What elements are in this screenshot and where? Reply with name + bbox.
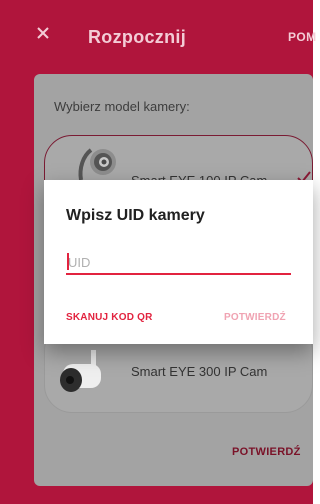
panel-heading: Wybierz model kamery:: [54, 99, 190, 114]
camera-ball-icon: [78, 148, 116, 181]
camera-bullet-icon: [60, 350, 101, 392]
page-title: Rozpocznij: [88, 27, 186, 47]
dialog-title: Wpisz UID kamery: [66, 207, 205, 224]
dialog-confirm-button[interactable]: POTWIERDŹ: [224, 312, 286, 323]
panel-confirm-button[interactable]: POTWIERDŹ: [232, 446, 301, 458]
help-button[interactable]: POM: [288, 30, 317, 44]
uid-input[interactable]: [66, 250, 291, 274]
top-app-bar: Rozpocznij POM: [0, 0, 316, 74]
uid-input-underline: [66, 273, 291, 275]
text-cursor: [67, 253, 69, 270]
uid-dialog: Wpisz UID kamery SKANUJ KOD QR POTWIERDŹ: [44, 180, 313, 344]
scan-qr-button[interactable]: SKANUJ KOD QR: [66, 312, 153, 323]
close-icon[interactable]: [32, 22, 54, 44]
camera-name: Smart EYE 300 IP Cam: [131, 364, 268, 379]
